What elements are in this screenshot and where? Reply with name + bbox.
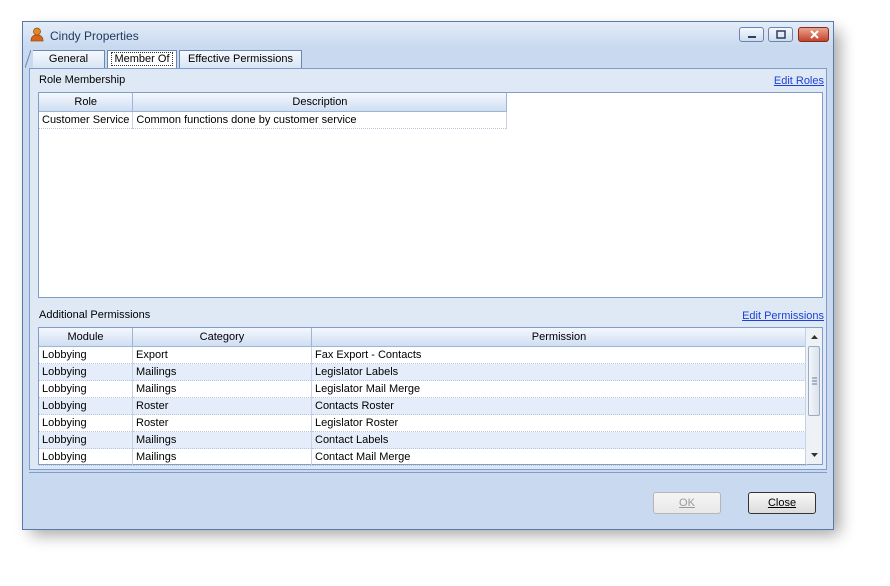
- close-button[interactable]: Close: [748, 492, 816, 514]
- column-header-role[interactable]: Role: [39, 93, 134, 112]
- permissions-header-row: Module Category Permission: [39, 328, 807, 347]
- category-cell: Mailings: [132, 363, 312, 381]
- roles-header-row: Role Description: [39, 93, 508, 112]
- category-cell: Roster: [132, 397, 312, 415]
- scroll-down-icon[interactable]: [807, 448, 822, 462]
- tab-edge: [25, 50, 31, 68]
- edit-roles-link[interactable]: Edit Roles: [774, 75, 824, 87]
- role-cell: Customer Service: [39, 111, 134, 129]
- category-cell: Mailings: [132, 448, 312, 466]
- tab-member-of-label: Member Of: [111, 52, 173, 66]
- close-icon: [810, 30, 819, 39]
- maximize-icon: [776, 30, 786, 39]
- column-header-description[interactable]: Description: [132, 93, 508, 112]
- permission-cell: Contact Mail Merge: [311, 448, 807, 466]
- close-window-button[interactable]: [798, 27, 829, 42]
- tab-member-of[interactable]: Member Of: [107, 50, 177, 69]
- permission-cell: Contacts Roster: [311, 397, 807, 415]
- permissions-grid: Module Category Permission Lobbying Expo…: [38, 327, 823, 466]
- permission-cell: Fax Export - Contacts: [311, 346, 807, 364]
- title-bar[interactable]: Cindy Properties: [23, 22, 833, 47]
- window-title: Cindy Properties: [50, 29, 139, 43]
- scroll-up-icon[interactable]: [807, 330, 822, 344]
- ok-button[interactable]: OK: [653, 492, 721, 514]
- tab-effective-permissions[interactable]: Effective Permissions: [179, 50, 302, 68]
- column-header-category[interactable]: Category: [132, 328, 312, 347]
- category-cell: Export: [132, 346, 312, 364]
- permission-cell: Contact Labels: [311, 431, 807, 449]
- permission-cell: Legislator Mail Merge: [311, 380, 807, 398]
- column-header-module[interactable]: Module: [39, 328, 133, 347]
- roles-table: Role Description Customer Service Common…: [39, 93, 508, 129]
- maximize-button[interactable]: [768, 27, 793, 42]
- table-row[interactable]: Lobbying Mailings Contact Labels: [39, 431, 807, 449]
- category-cell: Mailings: [132, 431, 312, 449]
- additional-permissions-label: Additional Permissions: [39, 309, 151, 321]
- module-cell: Lobbying: [39, 448, 133, 466]
- table-row[interactable]: Customer Service Common functions done b…: [39, 111, 508, 129]
- permissions-table: Module Category Permission Lobbying Expo…: [39, 328, 807, 466]
- module-cell: Lobbying: [39, 346, 133, 364]
- module-cell: Lobbying: [39, 363, 133, 381]
- module-cell: Lobbying: [39, 397, 133, 415]
- edit-permissions-link[interactable]: Edit Permissions: [742, 310, 824, 322]
- permission-cell: Legislator Labels: [311, 363, 807, 381]
- category-cell: Roster: [132, 414, 312, 432]
- table-row[interactable]: Lobbying Roster Contacts Roster: [39, 397, 807, 415]
- properties-dialog: Cindy Properties General Member Of Effec…: [22, 21, 834, 530]
- description-cell: Common functions done by customer servic…: [132, 111, 508, 129]
- ok-button-label: OK: [679, 497, 695, 509]
- module-cell: Lobbying: [39, 414, 133, 432]
- table-row[interactable]: Lobbying Mailings Legislator Labels: [39, 363, 807, 381]
- roles-grid: Role Description Customer Service Common…: [38, 92, 823, 298]
- minimize-button[interactable]: [739, 27, 764, 42]
- user-icon: [30, 27, 44, 42]
- table-row[interactable]: Lobbying Mailings Contact Mail Merge: [39, 448, 807, 466]
- minimize-icon: [748, 36, 756, 38]
- grip-icon: [812, 377, 817, 385]
- permission-cell: Legislator Roster: [311, 414, 807, 432]
- scrollbar-thumb[interactable]: [808, 346, 820, 416]
- module-cell: Lobbying: [39, 431, 133, 449]
- tab-general[interactable]: General: [33, 50, 105, 68]
- column-header-permission[interactable]: Permission: [311, 328, 807, 347]
- table-row[interactable]: Lobbying Roster Legislator Roster: [39, 414, 807, 432]
- close-button-label: Close: [767, 497, 797, 509]
- role-membership-label: Role Membership: [39, 74, 126, 86]
- table-row[interactable]: Lobbying Export Fax Export - Contacts: [39, 346, 807, 364]
- footer-divider: [29, 472, 827, 473]
- vertical-scrollbar[interactable]: [805, 328, 822, 464]
- module-cell: Lobbying: [39, 380, 133, 398]
- category-cell: Mailings: [132, 380, 312, 398]
- table-row[interactable]: Lobbying Mailings Legislator Mail Merge: [39, 380, 807, 398]
- tab-content: Role Membership Edit Roles Role Descript…: [29, 68, 827, 470]
